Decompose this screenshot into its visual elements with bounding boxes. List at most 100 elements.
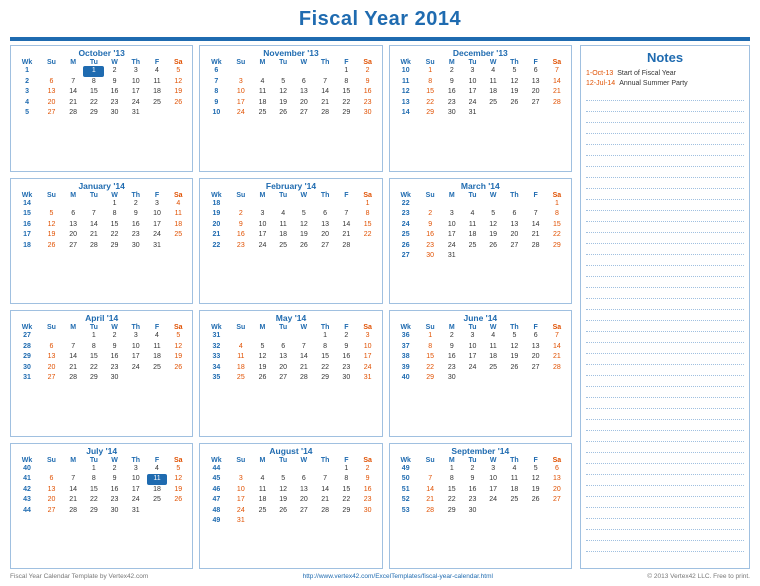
notes-line xyxy=(586,377,744,387)
calendar-cell: 23 xyxy=(357,98,379,109)
page: Fiscal Year 2014 October '13WkSuMTuWThFS… xyxy=(0,0,760,586)
calendar-cell: 15 xyxy=(336,485,356,496)
calendar-cell xyxy=(294,66,314,77)
calendar-cell: 10 xyxy=(357,342,379,353)
calendar-header-cell: W xyxy=(104,192,124,199)
calendar-cell: 16 xyxy=(229,230,252,241)
calendar-header-cell: Wk xyxy=(393,324,419,331)
calendar-cell: 30 xyxy=(125,241,147,252)
calendar-cell: 26 xyxy=(167,98,189,109)
calendar-cell: 7 xyxy=(314,77,336,88)
calendar-cell: 21 xyxy=(294,363,314,374)
calendar-cell: 18 xyxy=(14,241,40,252)
calendar-cell: 15 xyxy=(357,220,379,231)
calendar-cell: 1 xyxy=(83,331,104,342)
calendar-header-cell: Wk xyxy=(393,192,419,199)
calendar-cell: 21 xyxy=(419,495,442,506)
calendar-cell xyxy=(167,506,189,517)
calendar-cell: 31 xyxy=(125,506,147,517)
calendar-cell: 9 xyxy=(104,342,124,353)
calendar-cell: 14 xyxy=(546,342,568,353)
notes-line xyxy=(586,168,744,178)
notes-line xyxy=(586,520,744,530)
calendar-cell: 9 xyxy=(229,220,252,231)
calendar-header-cell: Sa xyxy=(357,457,379,464)
calendar-cell: 25 xyxy=(229,373,252,384)
calendar-cell: 15 xyxy=(419,87,442,98)
calendar-header-cell: W xyxy=(483,59,503,66)
calendar-cell: 15 xyxy=(83,352,104,363)
calendar-cell: 8 xyxy=(83,474,104,485)
calendar-cell: 4 xyxy=(14,98,40,109)
calendar-cell: 9 xyxy=(336,342,356,353)
calendar-header-cell: F xyxy=(147,324,167,331)
footer-link[interactable]: http://www.vertex42.com/ExcelTemplates/f… xyxy=(303,573,493,580)
calendar-cell: 9 xyxy=(125,209,147,220)
calendar-header-cell: W xyxy=(104,457,124,464)
calendar-header-cell: Tu xyxy=(273,457,294,464)
calendar-cell xyxy=(483,506,503,517)
calendar-cell xyxy=(63,331,83,342)
calendar-header-cell: M xyxy=(252,59,272,66)
calendar-cell: 12 xyxy=(167,342,189,353)
calendar-cell: 20 xyxy=(314,230,336,241)
calendar-cell: 44 xyxy=(14,506,40,517)
calendar-cell: 1 xyxy=(546,199,568,210)
calendar-cell: 6 xyxy=(525,66,545,77)
calendar-cell: 17 xyxy=(442,230,462,241)
calendar-grid: WkSuMTuWThFSa491234565078910111213511415… xyxy=(393,457,568,517)
calendar-cell xyxy=(63,464,83,475)
calendar-cell xyxy=(483,108,503,119)
calendar-cell: 25 xyxy=(147,98,167,109)
calendar-cell: 27 xyxy=(525,98,545,109)
notes-line xyxy=(586,476,744,486)
calendar-cell: 13 xyxy=(546,474,568,485)
calendar-cell: 2 xyxy=(104,331,124,342)
calendar-cell: 11 xyxy=(252,87,272,98)
calendar-cell: 4 xyxy=(147,464,167,475)
mini-calendar: March '14WkSuMTuWThFSa221232345678249101… xyxy=(389,178,572,305)
calendar-cell: 1 xyxy=(83,66,104,77)
calendar-cell: 18 xyxy=(503,485,525,496)
calendar-cell xyxy=(252,199,272,210)
notes-line xyxy=(586,179,744,189)
calendar-cell: 49 xyxy=(393,464,419,475)
calendar-cell: 29 xyxy=(83,108,104,119)
calendar-cell: 21 xyxy=(314,98,336,109)
calendar-cell: 3 xyxy=(229,77,252,88)
calendar-cell: 17 xyxy=(229,495,252,506)
calendar-cell: 23 xyxy=(442,98,462,109)
calendar-cell: 11 xyxy=(147,474,167,485)
calendar-cell: 29 xyxy=(546,241,568,252)
calendar-cell: 6 xyxy=(294,77,314,88)
calendar-cell xyxy=(483,373,503,384)
calendar-cell: 28 xyxy=(546,98,568,109)
calendar-cell: 49 xyxy=(203,516,229,527)
calendar-cell: 10 xyxy=(229,87,252,98)
calendar-cell: 25 xyxy=(147,363,167,374)
calendar-cell: 20 xyxy=(63,230,83,241)
calendar-cell: 12 xyxy=(252,352,272,363)
calendar-cell: 11 xyxy=(229,352,252,363)
calendar-cell: 27 xyxy=(40,506,63,517)
calendar-header-cell: Th xyxy=(125,457,147,464)
calendar-cell: 22 xyxy=(419,98,442,109)
calendar-cell: 14 xyxy=(14,199,40,210)
calendar-cell xyxy=(294,464,314,475)
calendar-cell: 1 xyxy=(336,66,356,77)
calendar-cell: 27 xyxy=(525,363,545,374)
calendar-title: February '14 xyxy=(203,181,378,191)
calendar-cell: 23 xyxy=(125,230,147,241)
calendar-cell: 14 xyxy=(63,485,83,496)
calendar-cell: 29 xyxy=(336,506,356,517)
calendar-cell xyxy=(252,464,272,475)
calendar-cell xyxy=(336,516,356,527)
calendar-cell: 22 xyxy=(336,98,356,109)
calendar-cell: 12 xyxy=(503,342,525,353)
calendar-cell: 18 xyxy=(203,199,229,210)
notes-line xyxy=(586,531,744,541)
mini-calendar: July '14WkSuMTuWThFSa4012345416789101112… xyxy=(10,443,193,570)
mini-calendar: April '14WkSuMTuWThFSa271234528678910111… xyxy=(10,310,193,437)
calendar-cell: 30 xyxy=(104,506,124,517)
calendar-cell: 28 xyxy=(63,506,83,517)
